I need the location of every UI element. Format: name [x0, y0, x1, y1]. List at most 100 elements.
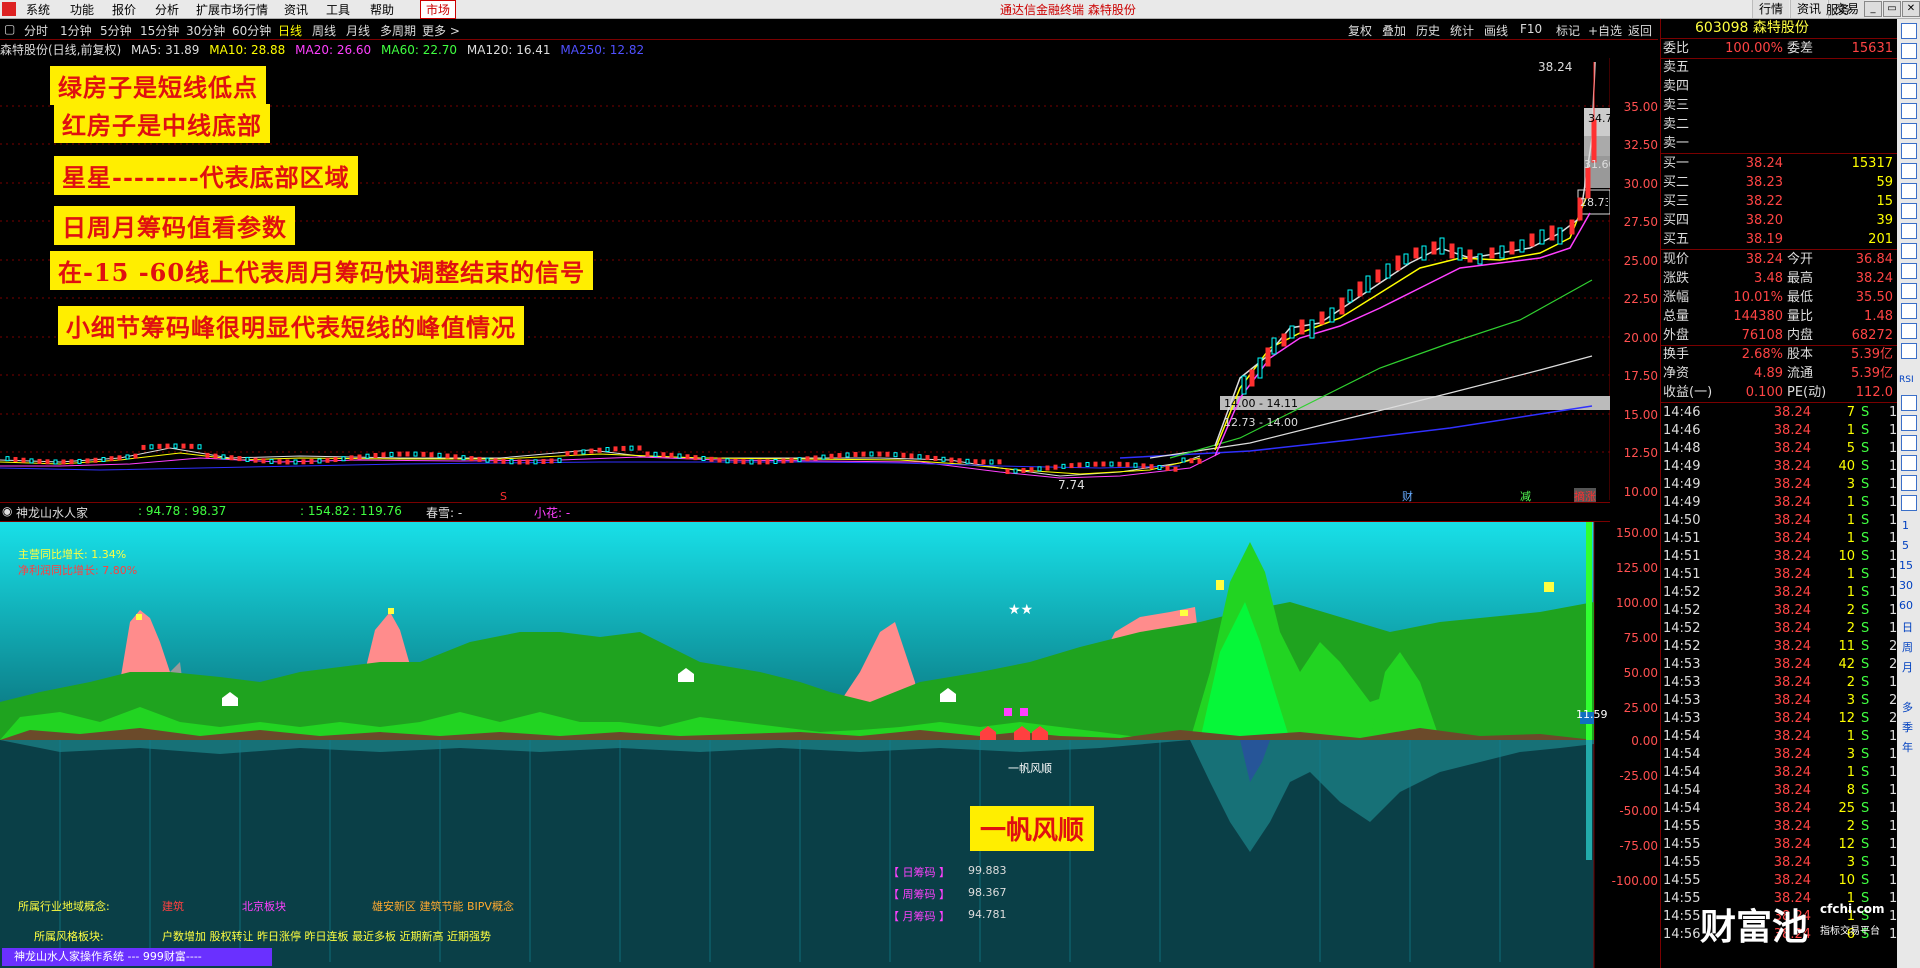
buy-row[interactable]: 买四 38.20 39	[1661, 211, 1897, 230]
menu-help[interactable]: 帮助	[370, 1, 394, 18]
chart4-icon[interactable]	[1901, 343, 1917, 359]
menu-market[interactable]: 市场	[420, 0, 457, 19]
period-5min[interactable]: 5分钟	[100, 22, 132, 39]
period-daily[interactable]: 日线	[278, 22, 302, 39]
indicator-menu-icon[interactable]: ◉	[2, 504, 12, 518]
side-period-60[interactable]: 60	[1899, 599, 1913, 612]
side-period-week[interactable]: 周	[1902, 639, 1913, 655]
menu-function[interactable]: 功能	[70, 1, 94, 18]
menu-bar: 系统 功能 报价 分析 扩展市场行情 资讯 工具 帮助 市场 通达信金融终端 森…	[0, 0, 1920, 19]
side-period-1[interactable]: 1	[1902, 519, 1909, 532]
buy-vol: 59	[1876, 175, 1893, 190]
tick-volume: 12	[1838, 711, 1855, 726]
tool-back[interactable]: 返回	[1628, 22, 1652, 39]
tick-time: 14:55	[1663, 837, 1701, 852]
buy-row[interactable]: 买三 38.22 15	[1661, 192, 1897, 211]
tick-side: S	[1861, 531, 1870, 546]
candle	[389, 451, 394, 457]
candle	[861, 451, 866, 457]
candle	[365, 453, 370, 459]
move-icon[interactable]	[1901, 415, 1917, 431]
menu-news[interactable]: 资讯	[284, 1, 308, 18]
buy-row[interactable]: 买二 38.23 59	[1661, 173, 1897, 192]
layout-icon[interactable]	[1901, 203, 1917, 219]
grid-icon[interactable]	[1901, 83, 1917, 99]
side-rsi[interactable]: RSI	[1899, 375, 1914, 385]
chart-toggle-icon[interactable]: ▢	[4, 22, 15, 36]
side-period-month[interactable]: 月	[1902, 659, 1913, 675]
tool-history[interactable]: 历史	[1416, 22, 1440, 39]
chip-weekly-value: 98.367	[968, 886, 1007, 899]
candle-icon[interactable]	[1901, 143, 1917, 159]
period-15min[interactable]: 15分钟	[140, 22, 179, 39]
zoom-icon[interactable]	[1901, 395, 1917, 411]
tool-stats[interactable]: 统计	[1450, 22, 1474, 39]
side-period-multi[interactable]: 多	[1902, 699, 1913, 715]
eraser-icon[interactable]	[1901, 455, 1917, 471]
line-chart-icon[interactable]	[1901, 123, 1917, 139]
down-arrow-icon[interactable]	[1901, 63, 1917, 79]
period-30min[interactable]: 30分钟	[186, 22, 225, 39]
compare-icon[interactable]	[1901, 243, 1917, 259]
side-period-30[interactable]: 30	[1899, 579, 1913, 592]
period-monthly[interactable]: 月线	[346, 22, 370, 39]
period-more[interactable]: 更多 >	[422, 22, 460, 39]
tick-price: 38.24	[1773, 819, 1811, 834]
candle	[941, 456, 946, 462]
side-period-quarter[interactable]: 季	[1902, 719, 1913, 735]
tool-add-watchlist[interactable]: +自选	[1588, 22, 1622, 39]
up-arrow-icon[interactable]	[1901, 43, 1917, 59]
table-icon[interactable]	[1901, 183, 1917, 199]
period-fenshi[interactable]: 分时	[24, 22, 48, 39]
buy-row[interactable]: 买一 38.24 15317	[1661, 154, 1897, 173]
close-icon[interactable]: ✕	[1902, 1, 1920, 17]
buy-row[interactable]: 买五 38.19 201	[1661, 230, 1897, 250]
menu-analysis[interactable]: 分析	[155, 1, 179, 18]
top-btn-quote[interactable]: 行情	[1752, 0, 1790, 18]
side-period-5[interactable]: 5	[1902, 539, 1909, 552]
maximize-icon[interactable]: ▭	[1883, 1, 1901, 17]
doc-icon[interactable]	[1901, 495, 1917, 511]
tool-f10[interactable]: F10	[1520, 22, 1542, 36]
list-icon[interactable]	[1901, 103, 1917, 119]
refresh-icon[interactable]	[1901, 23, 1917, 39]
candle	[893, 452, 898, 458]
minimize-icon[interactable]: _	[1864, 1, 1882, 17]
indicator-name[interactable]: 神龙山水人家	[16, 504, 88, 521]
top-btn-news[interactable]: 资讯	[1790, 0, 1828, 18]
kline-chart[interactable]: 绿房子是短线低点 红房子是中线底部 星星--------代表底部区域 日周月筹码…	[0, 58, 1610, 504]
price-tick: 32.50	[1623, 138, 1658, 152]
buy-label: 买四	[1663, 213, 1690, 228]
candle	[525, 459, 530, 465]
indicator-chart[interactable]: 主营同比增长: 1.34% 净利润同比增长: 7.80% ★★ 一帆风顺 11.…	[0, 522, 1610, 968]
tool-draw[interactable]: 画线	[1484, 22, 1508, 39]
candle	[709, 456, 714, 462]
side-period-year[interactable]: 年	[1902, 739, 1913, 755]
candle	[973, 459, 978, 465]
top-btn-service[interactable]: 服务	[1826, 1, 1850, 18]
period-1min[interactable]: 1分钟	[60, 22, 92, 39]
tool-fuquan[interactable]: 复权	[1348, 22, 1372, 39]
industry-value-2: 北京板块	[242, 900, 286, 913]
hsplit-icon[interactable]	[1901, 283, 1917, 299]
side-period-15[interactable]: 15	[1899, 559, 1913, 572]
chart2-icon[interactable]	[1901, 303, 1917, 319]
period-60min[interactable]: 60分钟	[232, 22, 271, 39]
menu-tools[interactable]: 工具	[326, 1, 350, 18]
chart3-icon[interactable]	[1901, 323, 1917, 339]
period-weekly[interactable]: 周线	[312, 22, 336, 39]
indicator-icon[interactable]	[1901, 223, 1917, 239]
info-icon[interactable]	[1901, 263, 1917, 279]
bar-chart-icon[interactable]	[1901, 163, 1917, 179]
tick-price: 38.24	[1773, 657, 1811, 672]
menu-ext-market[interactable]: 扩展市场行情	[196, 1, 268, 18]
annotation-chip-params: 日周月筹码值看参数	[54, 206, 295, 245]
side-period-day[interactable]: 日	[1902, 619, 1913, 635]
tool-mark[interactable]: 标记	[1556, 22, 1580, 39]
menu-system[interactable]: 系统	[26, 1, 50, 18]
share-icon[interactable]	[1901, 475, 1917, 491]
period-multi[interactable]: 多周期	[380, 22, 416, 39]
menu-quote[interactable]: 报价	[112, 1, 136, 18]
tool-overlay[interactable]: 叠加	[1382, 22, 1406, 39]
pen-icon[interactable]	[1901, 435, 1917, 451]
